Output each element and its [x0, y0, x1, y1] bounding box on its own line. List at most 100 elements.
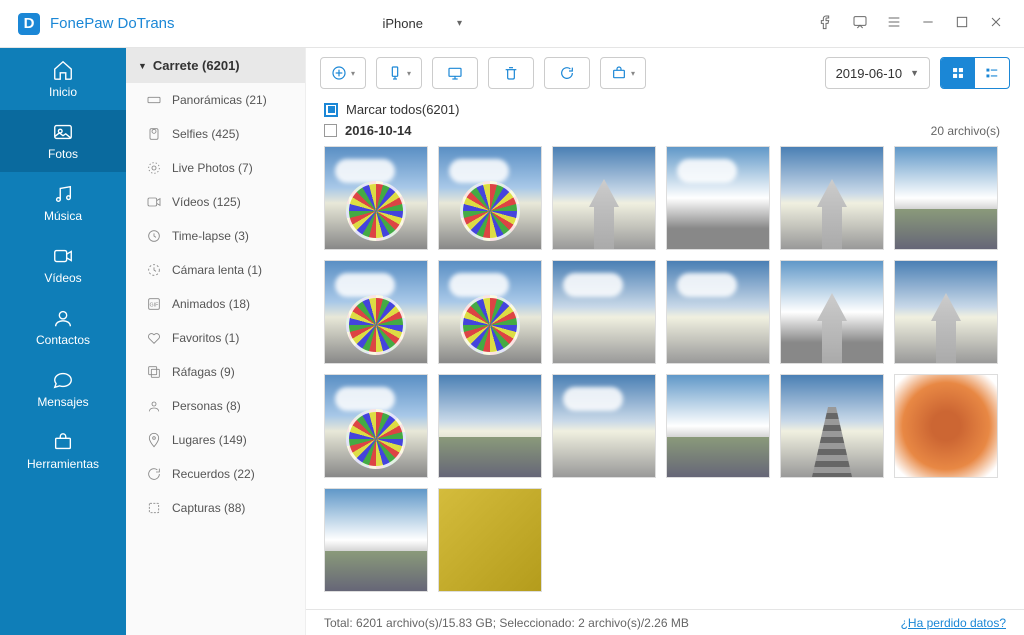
add-button[interactable]: ▾ — [320, 57, 366, 89]
album-item[interactable]: Selfies (425) — [126, 117, 305, 151]
date-filter[interactable]: 2019-06-10 ▼ — [825, 57, 930, 89]
sidebar-item-mensajes[interactable]: Mensajes — [0, 358, 126, 420]
photo-thumbnail[interactable] — [552, 374, 656, 478]
photo-thumbnail[interactable] — [780, 374, 884, 478]
album-icon — [146, 500, 162, 516]
data-recovery-link[interactable]: ¿Ha perdido datos? — [901, 616, 1006, 630]
date-group-header[interactable]: 2016-10-14 20 archivo(s) — [306, 119, 1024, 146]
select-all-label: Marcar todos(6201) — [346, 102, 459, 117]
sidebar-nav: Inicio Fotos Música Vídeos Contactos Men… — [0, 48, 126, 635]
brand: D FonePaw DoTrans — [0, 13, 175, 35]
toolbox-button[interactable]: ▾ — [600, 57, 646, 89]
chevron-down-icon: ▾ — [407, 69, 411, 78]
album-item[interactable]: Favoritos (1) — [126, 321, 305, 355]
grid-view-button[interactable] — [941, 58, 975, 88]
photo-thumbnail[interactable] — [780, 146, 884, 250]
album-icon — [146, 330, 162, 346]
photo-thumbnail[interactable] — [324, 146, 428, 250]
photo-thumbnail[interactable] — [780, 260, 884, 364]
photo-thumbnail[interactable] — [894, 374, 998, 478]
sidebar-item-musica[interactable]: Música — [0, 172, 126, 234]
album-item[interactable]: Lugares (149) — [126, 423, 305, 457]
status-bar: Total: 6201 archivo(s)/15.83 GB; Selecci… — [306, 609, 1024, 635]
chevron-down-icon: ▾ — [351, 69, 355, 78]
album-label: Cámara lenta (1) — [172, 263, 262, 277]
select-all-row[interactable]: Marcar todos(6201) — [306, 98, 1024, 119]
group-checkbox[interactable] — [324, 124, 337, 137]
album-label: Favoritos (1) — [172, 331, 239, 345]
status-text: Total: 6201 archivo(s)/15.83 GB; Selecci… — [324, 616, 689, 630]
sidebar-item-inicio[interactable]: Inicio — [0, 48, 126, 110]
album-item[interactable]: GIFAnimados (18) — [126, 287, 305, 321]
sidebar-item-herramientas[interactable]: Herramientas — [0, 420, 126, 482]
photo-thumbnail[interactable] — [324, 260, 428, 364]
messages-icon — [52, 369, 74, 391]
music-icon — [52, 183, 74, 205]
photo-thumbnail[interactable] — [894, 146, 998, 250]
facebook-icon[interactable] — [818, 14, 834, 34]
album-label: Recuerdos (22) — [172, 467, 255, 481]
album-list: Panorámicas (21) Selfies (425) Live Photos… — [126, 83, 305, 635]
album-icon — [146, 262, 162, 278]
refresh-button[interactable] — [544, 57, 590, 89]
album-item[interactable]: Vídeos (125) — [126, 185, 305, 219]
album-icon — [146, 466, 162, 482]
photo-thumbnail[interactable] — [438, 374, 542, 478]
photo-thumbnail[interactable] — [438, 146, 542, 250]
minimize-icon[interactable] — [920, 14, 936, 34]
maximize-icon[interactable] — [954, 14, 970, 34]
album-item[interactable]: Ráfagas (9) — [126, 355, 305, 389]
album-item[interactable]: Recuerdos (22) — [126, 457, 305, 491]
close-icon[interactable] — [988, 14, 1004, 34]
sidebar-label: Herramientas — [27, 457, 99, 471]
feedback-icon[interactable] — [852, 14, 868, 34]
device-name: iPhone — [382, 16, 422, 31]
video-icon — [52, 245, 74, 267]
album-label: Live Photos (7) — [172, 161, 253, 175]
album-item[interactable]: Live Photos (7) — [126, 151, 305, 185]
album-item[interactable]: Panorámicas (21) — [126, 83, 305, 117]
export-to-pc-button[interactable] — [432, 57, 478, 89]
photo-thumbnail[interactable] — [894, 260, 998, 364]
album-item[interactable]: Personas (8) — [126, 389, 305, 423]
album-label: Vídeos (125) — [172, 195, 241, 209]
delete-button[interactable] — [488, 57, 534, 89]
sidebar-label: Contactos — [36, 333, 90, 347]
photo-thumbnail[interactable] — [552, 146, 656, 250]
sidebar-item-fotos[interactable]: Fotos — [0, 110, 126, 172]
sidebar-label: Música — [44, 209, 82, 223]
photo-thumbnail[interactable] — [666, 146, 770, 250]
sidebar-item-videos[interactable]: Vídeos — [0, 234, 126, 296]
menu-icon[interactable] — [886, 14, 902, 34]
album-label: Selfies (425) — [172, 127, 239, 141]
album-icon — [146, 364, 162, 380]
svg-text:GIF: GIF — [150, 303, 160, 309]
album-item[interactable]: Cámara lenta (1) — [126, 253, 305, 287]
chevron-down-icon: ▼ — [910, 68, 919, 78]
album-label: Ráfagas (9) — [172, 365, 235, 379]
group-count: 20 archivo(s) — [931, 124, 1006, 138]
album-header[interactable]: ▼ Carrete (6201) — [126, 48, 305, 83]
album-icon — [146, 92, 162, 108]
photo-thumbnail[interactable] — [666, 374, 770, 478]
album-item[interactable]: Capturas (88) — [126, 491, 305, 525]
photo-thumbnail[interactable] — [324, 374, 428, 478]
list-view-button[interactable] — [975, 58, 1009, 88]
sidebar-item-contactos[interactable]: Contactos — [0, 296, 126, 358]
select-all-checkbox[interactable] — [324, 103, 338, 117]
album-item[interactable]: Time-lapse (3) — [126, 219, 305, 253]
photos-icon — [52, 121, 74, 143]
sidebar-label: Vídeos — [44, 271, 81, 285]
photo-thumbnail[interactable] — [438, 260, 542, 364]
album-icon — [146, 126, 162, 142]
device-selector[interactable]: iPhone ▾ — [332, 16, 502, 31]
photo-thumbnail[interactable] — [438, 488, 542, 592]
export-to-device-button[interactable]: ▾ — [376, 57, 422, 89]
photo-thumbnail[interactable] — [666, 260, 770, 364]
photo-thumbnail[interactable] — [324, 488, 428, 592]
album-label: Panorámicas (21) — [172, 93, 267, 107]
home-icon — [52, 59, 74, 81]
photo-thumbnail[interactable] — [552, 260, 656, 364]
chevron-down-icon: ▾ — [457, 18, 462, 29]
tools-icon — [52, 431, 74, 453]
